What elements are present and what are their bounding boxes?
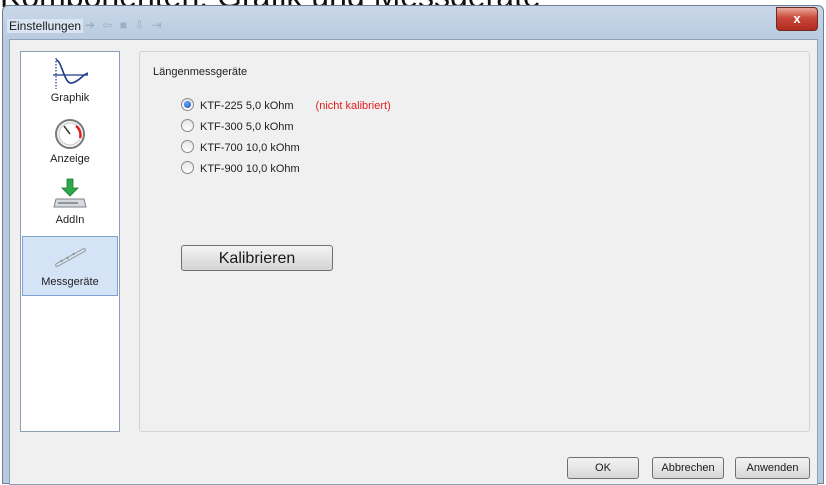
graph-curve-icon <box>53 58 89 89</box>
option-label: KTF-225 5,0 kOhm <box>200 100 294 112</box>
sidebar-item-label: Graphik <box>50 92 90 104</box>
radio-button[interactable] <box>181 161 194 174</box>
option-label: KTF-700 10,0 kOhm <box>200 142 300 154</box>
sidebar-item-addin[interactable]: AddIn <box>22 175 118 235</box>
dialog-client-area: Graphik Anzeige AddIn Messgeräte Längenm… <box>9 39 818 485</box>
apply-button[interactable]: Anwenden <box>735 457 810 479</box>
sidebar-item-label: Anzeige <box>50 153 90 165</box>
radio-option-ktf-225[interactable]: KTF-225 5,0 kOhm (nicht kalibriert) <box>181 98 391 114</box>
sidebar-item-label: AddIn <box>55 214 85 226</box>
settings-dialog: Einstellungen ➔ ⇦ ■ ⇩ ⇥ x Graphik Anzeig… <box>2 5 824 485</box>
radio-button-checked[interactable] <box>181 98 194 111</box>
window-title: Einstellungen <box>7 19 84 33</box>
background-toolbar-ghost: ➔ ⇦ ■ ⇩ ⇥ <box>85 18 164 32</box>
radio-option-ktf-900[interactable]: KTF-900 10,0 kOhm <box>181 161 300 177</box>
measuring-rod-icon <box>55 248 86 267</box>
ok-button[interactable]: OK <box>567 457 639 479</box>
radio-button[interactable] <box>181 119 194 132</box>
radio-option-ktf-300[interactable]: KTF-300 5,0 kOhm <box>181 119 294 135</box>
group-title: Längenmessgeräte <box>153 66 248 78</box>
gauge-icon <box>55 119 85 149</box>
sidebar-item-graphik[interactable]: Graphik <box>22 53 118 113</box>
radio-option-ktf-700[interactable]: KTF-700 10,0 kOhm <box>181 140 300 156</box>
calibration-status-note: (nicht kalibriert) <box>315 100 391 112</box>
option-label: KTF-300 5,0 kOhm <box>200 121 294 133</box>
sidebar-item-label: Messgeräte <box>41 276 99 288</box>
close-button[interactable]: x <box>776 7 818 31</box>
sidebar-item-messgeraete[interactable]: Messgeräte <box>22 236 118 296</box>
cancel-button[interactable]: Abbrechen <box>652 457 724 479</box>
addin-download-icon <box>53 178 87 208</box>
sidebar-item-anzeige[interactable]: Anzeige <box>22 114 118 174</box>
title-bar: Einstellungen ➔ ⇦ ■ ⇩ ⇥ x <box>3 6 823 40</box>
radio-button[interactable] <box>181 140 194 153</box>
category-sidebar: Graphik Anzeige AddIn Messgeräte <box>20 51 120 432</box>
calibrate-button[interactable]: Kalibrieren <box>181 245 333 271</box>
option-label: KTF-900 10,0 kOhm <box>200 163 300 175</box>
